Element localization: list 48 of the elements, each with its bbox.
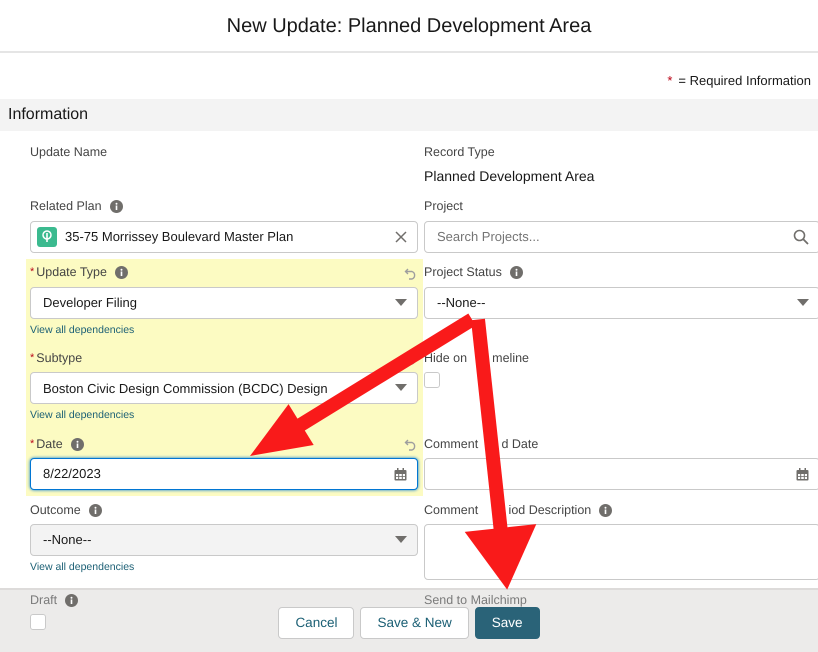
field-label: iod Description [508,502,592,519]
field-label: Update Type [36,264,107,282]
field-label: Draft [30,592,58,609]
field-label: Send to Mailchimp [424,592,527,609]
required-marker: * [30,265,34,280]
caret-icon [395,536,407,544]
required-marker: * [30,436,34,452]
field-value: Planned Development Area [424,166,594,186]
caret-icon [395,298,407,306]
select-field[interactable]: Developer Filing [30,286,418,318]
dependencies-link[interactable]: View all dependencies [30,408,134,424]
field-label: Hide on [424,350,468,367]
caret-icon [395,384,407,392]
field-label: Project [424,198,463,216]
required-note: = Required Information [678,72,811,90]
required-marker: * [667,72,672,90]
dialog-title: New Update: Planned Development Area [226,14,592,38]
checkbox[interactable] [424,372,440,388]
checkbox[interactable] [30,614,46,630]
field-label: Outcome [30,502,81,519]
section-title: Information [8,104,88,124]
footer-button[interactable]: Cancel [278,607,354,639]
save-button[interactable]: Save [474,607,540,639]
field-label: Record Type [424,144,495,162]
close-icon[interactable] [395,230,407,242]
select-field[interactable]: --None-- [424,286,818,318]
calendar-icon [394,468,407,480]
required-marker: * [30,351,34,366]
field-label: Related Plan [30,198,102,216]
date-field[interactable]: 8/22/2023 [30,458,418,490]
field-label: Subtype [36,350,82,367]
field-label: meline [492,350,529,367]
field-label: Comment [424,436,478,453]
field-label: Update Name [30,144,108,162]
field-label: Comment [424,502,478,519]
caret-icon [797,298,809,306]
dependencies-link[interactable]: View all dependencies [30,322,134,338]
field-label: Date [36,436,63,453]
date-field[interactable] [424,458,818,490]
field-label: Project Status [424,264,502,282]
footer-button[interactable]: Save & New [360,607,469,639]
calendar-icon [796,468,809,480]
search-field[interactable]: Search Projects... [424,220,818,252]
plan-icon [37,226,57,246]
lookup-field[interactable]: 35-75 Morrissey Boulevard Master Plan [30,220,418,252]
field-label: d Date [501,436,538,453]
select-field[interactable]: Boston Civic Design Commission (BCDC) Design [30,372,418,404]
search-icon [793,228,809,244]
